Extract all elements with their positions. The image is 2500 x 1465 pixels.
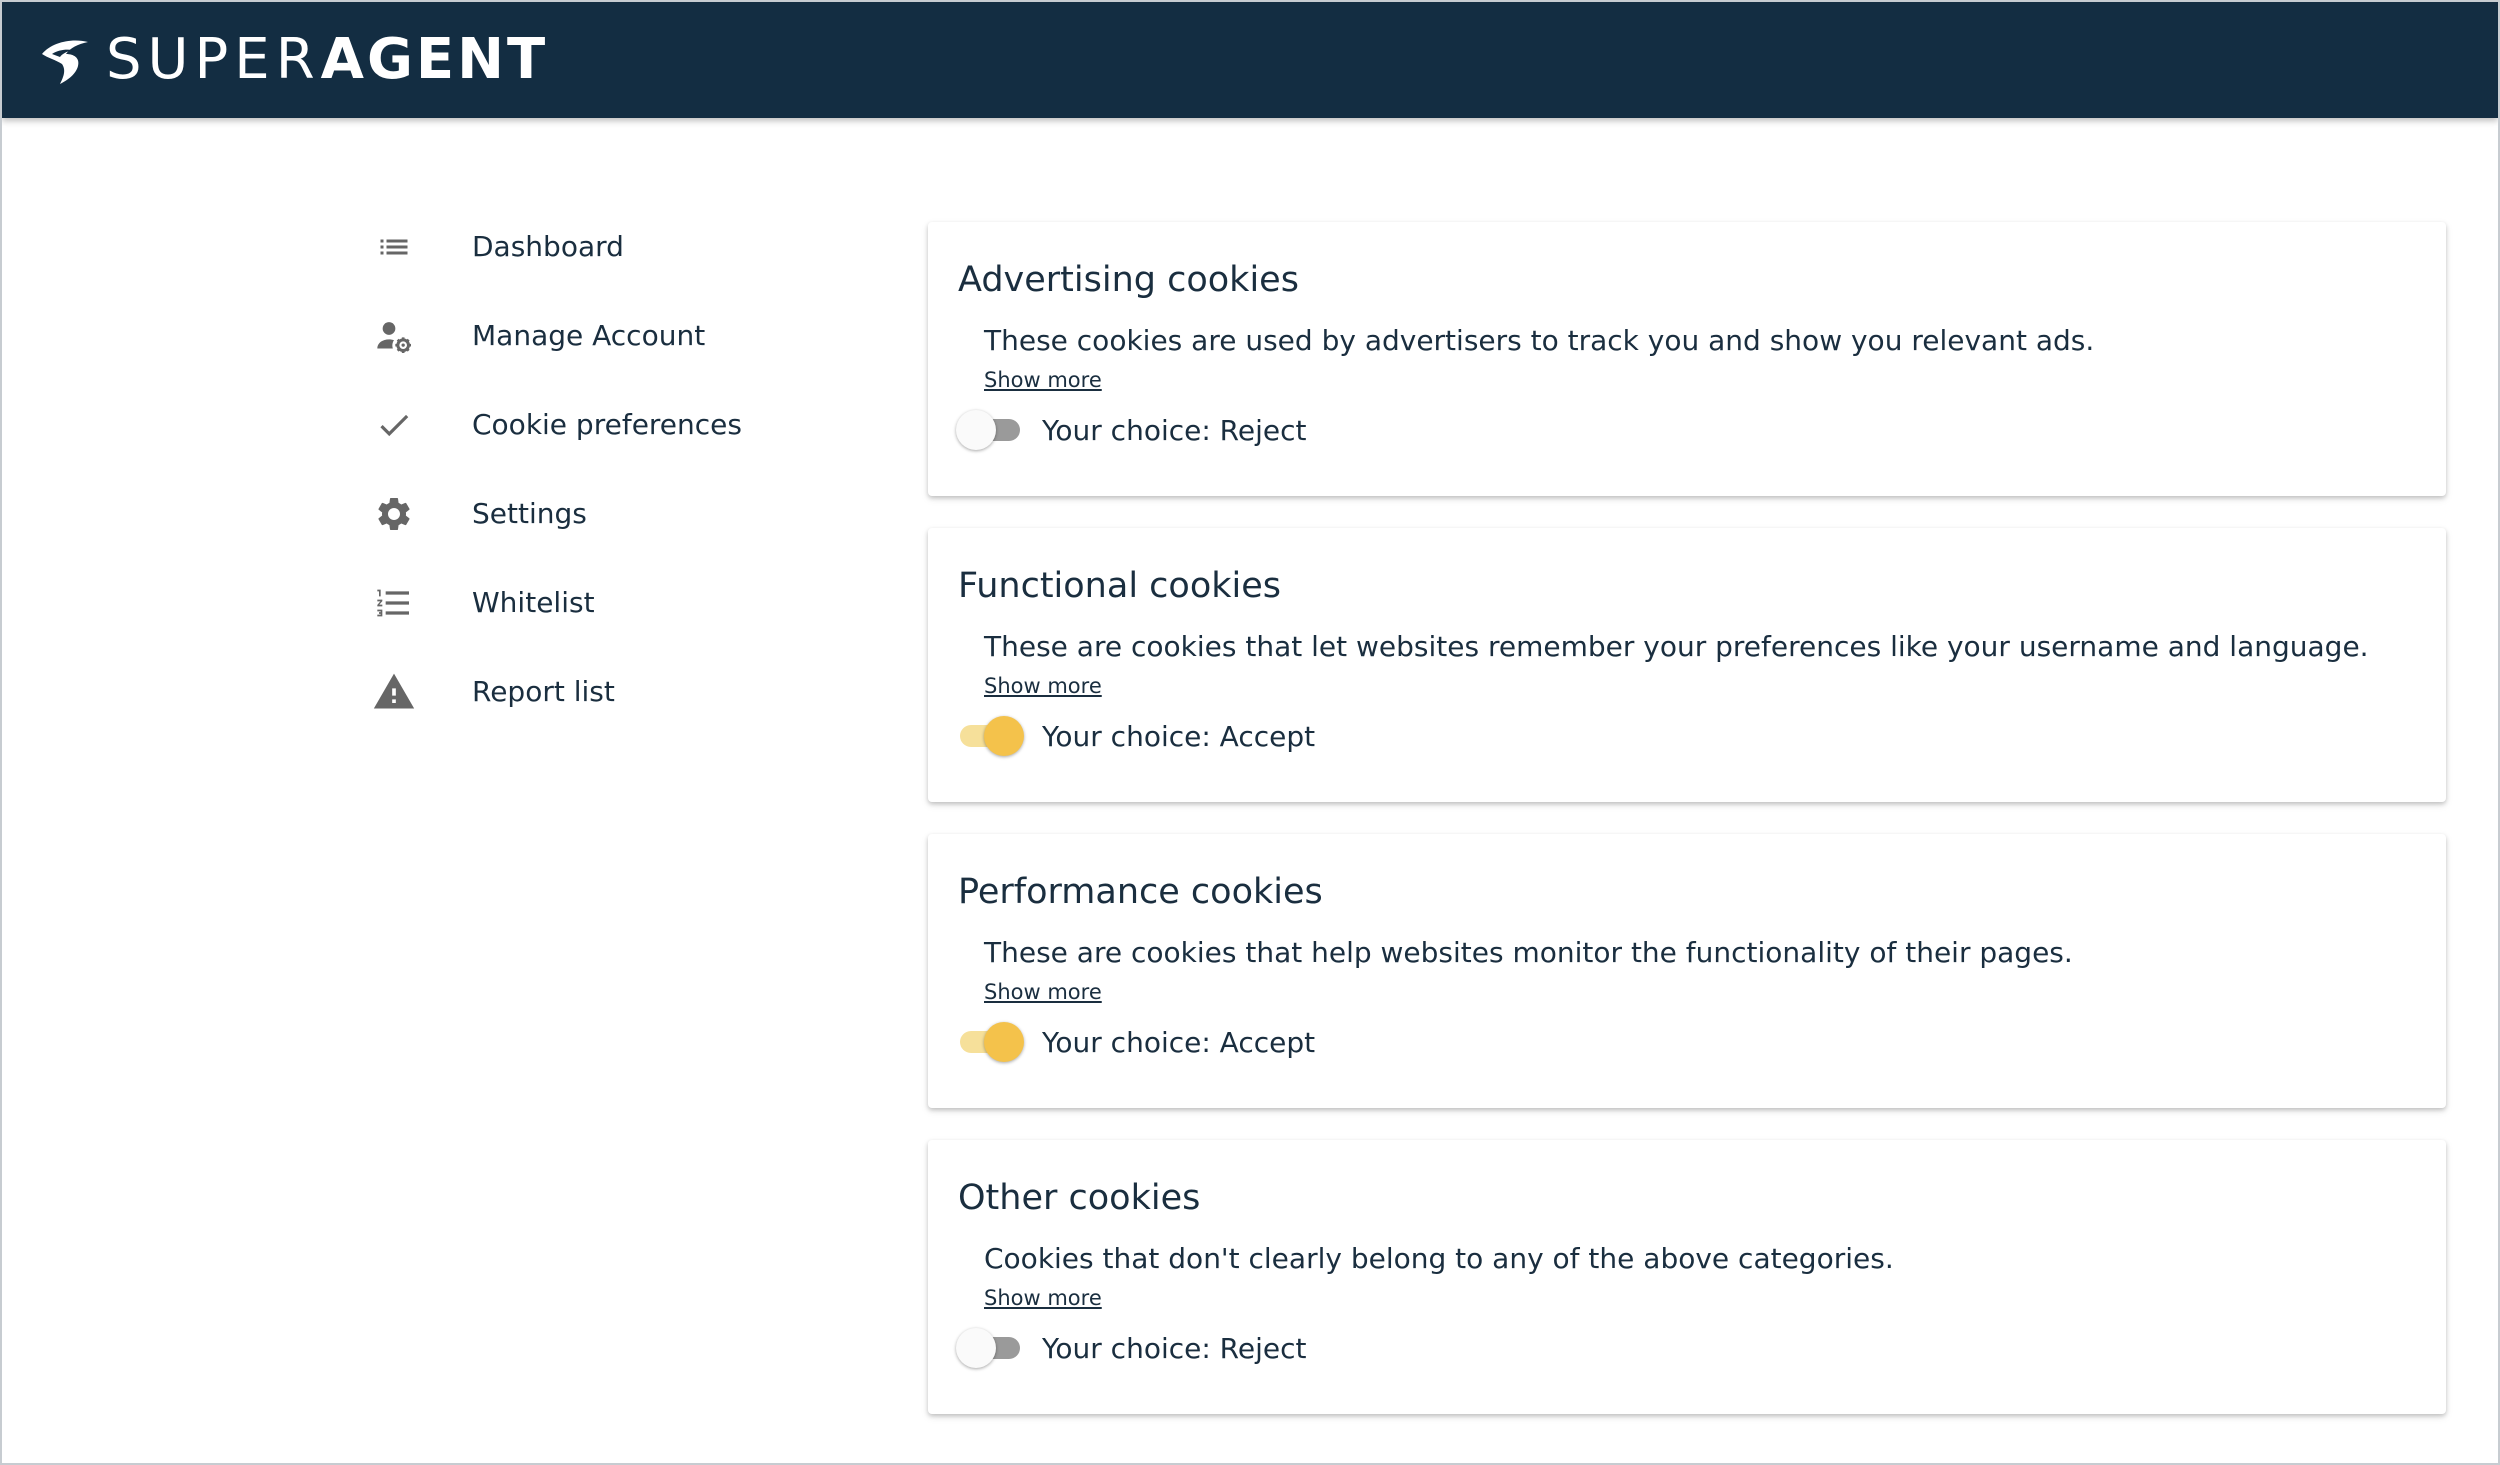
card-description: These cookies are used by advertisers to… (984, 324, 2095, 357)
toggle-thumb (984, 1022, 1024, 1062)
logo-text-light: SUPER (106, 27, 321, 92)
logo[interactable]: SUPERAGENT (38, 32, 548, 88)
sidebar-item-label: Settings (472, 497, 587, 530)
choice-label: Your choice: Reject (1042, 413, 1307, 447)
sidebar-item-label: Report list (472, 675, 615, 708)
sidebar-item-settings[interactable]: Settings (372, 469, 892, 558)
cookie-card-advertising: Advertising cookies These cookies are us… (928, 222, 2446, 496)
sidebar-item-whitelist[interactable]: Whitelist (372, 558, 892, 647)
sidebar-item-label: Whitelist (472, 586, 595, 619)
card-title: Other cookies (958, 1178, 1201, 1218)
sidebar-item-dashboard[interactable]: Dashboard (372, 202, 892, 291)
card-description: Cookies that don't clearly belong to any… (984, 1242, 1894, 1275)
sidebar-item-label: Cookie preferences (472, 408, 742, 441)
cookie-preferences-panel: Advertising cookies These cookies are us… (928, 222, 2446, 1446)
choice-row: Your choice: Accept (956, 1020, 1315, 1064)
choice-row: Your choice: Reject (956, 1326, 1306, 1370)
toggle-thumb (956, 410, 996, 450)
cookie-card-functional: Functional cookies These are cookies tha… (928, 528, 2446, 802)
choice-label: Your choice: Accept (1042, 1025, 1316, 1059)
logo-text-bold: AGENT (320, 27, 549, 92)
performance-toggle[interactable] (956, 1020, 1024, 1064)
sidebar-item-label: Manage Account (472, 319, 706, 352)
sidebar-item-label: Dashboard (472, 230, 624, 263)
choice-row: Your choice: Reject (956, 408, 1306, 452)
show-more-link[interactable]: Show more (984, 1286, 1102, 1310)
show-more-link[interactable]: Show more (984, 980, 1102, 1004)
choice-label: Your choice: Reject (1042, 1331, 1307, 1365)
numbered-list-icon (372, 581, 416, 625)
card-title: Advertising cookies (958, 260, 1299, 300)
functional-toggle[interactable] (956, 714, 1024, 758)
sidebar-item-manage-account[interactable]: Manage Account (372, 291, 892, 380)
app-window: SUPERAGENT Dashboard Manage Account Cook… (0, 0, 2500, 1465)
header-bar: SUPERAGENT (2, 2, 2498, 118)
choice-row: Your choice: Accept (956, 714, 1315, 758)
card-title: Functional cookies (958, 566, 1281, 606)
choice-label: Your choice: Accept (1042, 719, 1316, 753)
check-icon (372, 403, 416, 447)
show-more-link[interactable]: Show more (984, 674, 1102, 698)
sidebar-item-report-list[interactable]: Report list (372, 647, 892, 736)
advertising-toggle[interactable] (956, 408, 1020, 452)
cookie-card-performance: Performance cookies These are cookies th… (928, 834, 2446, 1108)
sidebar-nav: Dashboard Manage Account Cookie preferen… (372, 202, 892, 736)
show-more-link[interactable]: Show more (984, 368, 1102, 392)
toggle-thumb (984, 716, 1024, 756)
list-icon (372, 225, 416, 269)
cookie-card-other: Other cookies Cookies that don't clearly… (928, 1140, 2446, 1414)
gear-icon (372, 492, 416, 536)
other-toggle[interactable] (956, 1326, 1020, 1370)
warning-icon (372, 670, 416, 714)
logo-text: SUPERAGENT (106, 32, 548, 88)
user-gear-icon (372, 314, 416, 358)
toggle-thumb (956, 1328, 996, 1368)
card-description: These are cookies that let websites reme… (984, 630, 2369, 663)
card-description: These are cookies that help websites mon… (984, 936, 2073, 969)
sidebar-item-cookie-preferences[interactable]: Cookie preferences (372, 380, 892, 469)
superagent-logo-icon (42, 40, 88, 84)
card-title: Performance cookies (958, 872, 1323, 912)
